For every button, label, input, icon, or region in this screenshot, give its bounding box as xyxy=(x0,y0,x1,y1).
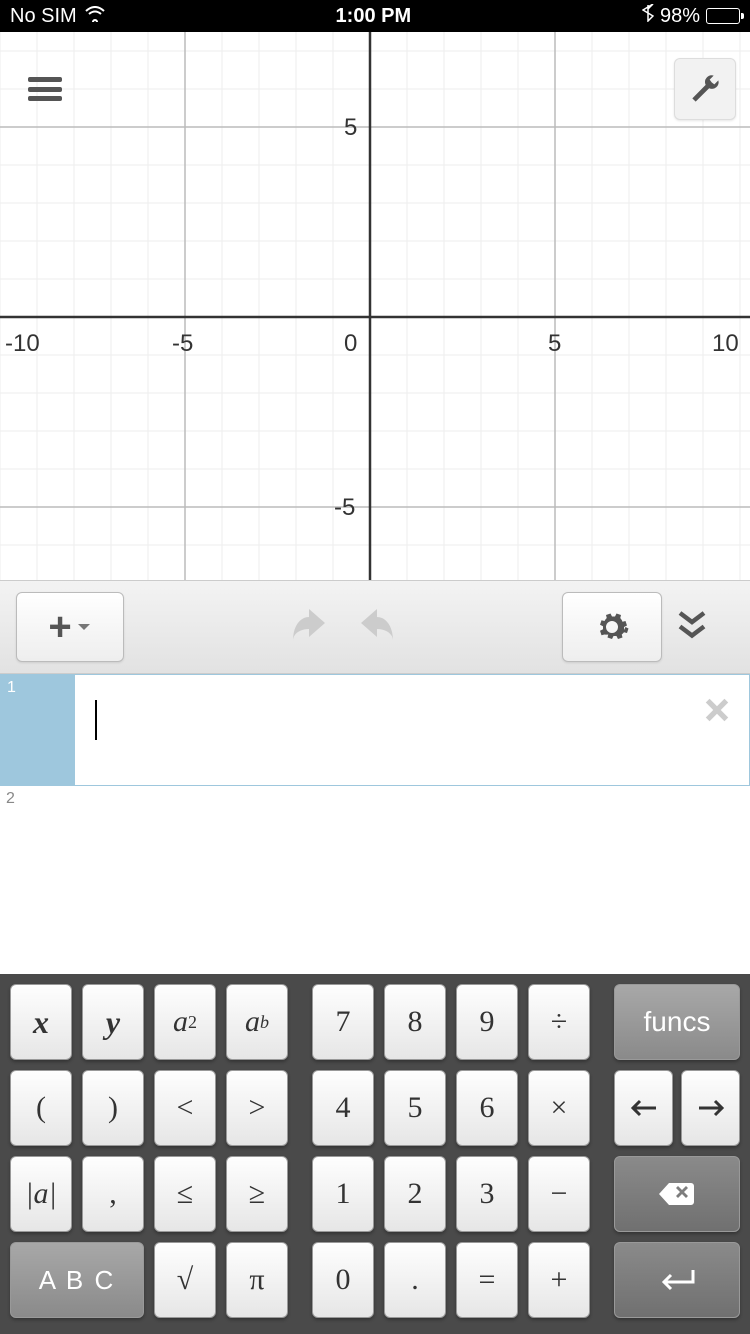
bluetooth-icon xyxy=(642,4,654,28)
plus-icon: + xyxy=(48,605,71,650)
gear-icon xyxy=(594,609,630,645)
list-settings-button[interactable] xyxy=(562,592,662,662)
key-plus[interactable]: + xyxy=(528,1242,590,1318)
key-comma[interactable]: , xyxy=(82,1156,144,1232)
expression-number: 2 xyxy=(0,786,74,846)
key-backspace[interactable] xyxy=(614,1156,740,1232)
expression-row-2[interactable]: 2 xyxy=(0,786,750,846)
key-6[interactable]: 6 xyxy=(456,1070,518,1146)
key-minus[interactable]: − xyxy=(528,1156,590,1232)
expression-number: 1 xyxy=(1,675,75,785)
key-abs[interactable]: |a| xyxy=(10,1156,72,1232)
backspace-icon xyxy=(657,1180,697,1208)
key-a-squared[interactable]: a2 xyxy=(154,984,216,1060)
key-a-power-b[interactable]: ab xyxy=(226,984,288,1060)
battery-icon xyxy=(706,8,740,24)
hamburger-icon xyxy=(28,77,62,101)
x-tick-neg10: -10 xyxy=(5,330,40,358)
key-greater-than[interactable]: > xyxy=(226,1070,288,1146)
clock: 1:00 PM xyxy=(336,5,412,28)
wrench-icon xyxy=(689,73,721,105)
key-multiply[interactable]: × xyxy=(528,1070,590,1146)
key-cursor-right[interactable] xyxy=(681,1070,740,1146)
y-tick-neg5: -5 xyxy=(334,494,355,522)
key-abc[interactable]: A B C xyxy=(10,1242,144,1318)
carrier-label: No SIM xyxy=(10,5,77,28)
dropdown-caret-icon xyxy=(76,621,92,633)
expression-row-1[interactable]: 1 xyxy=(0,674,750,786)
key-9[interactable]: 9 xyxy=(456,984,518,1060)
key-1[interactable]: 1 xyxy=(312,1156,374,1232)
key-2[interactable]: 2 xyxy=(384,1156,446,1232)
expression-toolbar: + xyxy=(0,580,750,674)
x-tick-neg5: -5 xyxy=(172,330,193,358)
key-4[interactable]: 4 xyxy=(312,1070,374,1146)
math-keypad: x y a2 ab ( ) < > |a| , ≤ ≥ A B C √ π 7 … xyxy=(0,974,750,1334)
graph-canvas[interactable]: -10 -5 0 5 10 5 -5 xyxy=(0,32,750,580)
key-divide[interactable]: ÷ xyxy=(528,984,590,1060)
wifi-icon xyxy=(85,5,105,28)
x-tick-10: 10 xyxy=(712,330,739,358)
key-7[interactable]: 7 xyxy=(312,984,374,1060)
key-funcs[interactable]: funcs xyxy=(614,984,740,1060)
key-less-than[interactable]: < xyxy=(154,1070,216,1146)
key-8[interactable]: 8 xyxy=(384,984,446,1060)
key-5[interactable]: 5 xyxy=(384,1070,446,1146)
expression-list: 1 2 xyxy=(0,674,750,974)
battery-percent: 98% xyxy=(660,5,700,28)
key-greater-eq[interactable]: ≥ xyxy=(226,1156,288,1232)
key-equals[interactable]: = xyxy=(456,1242,518,1318)
key-cursor-left[interactable] xyxy=(614,1070,673,1146)
key-pi[interactable]: π xyxy=(226,1242,288,1318)
undo-button[interactable] xyxy=(285,609,333,645)
x-tick-5: 5 xyxy=(548,330,561,358)
menu-button[interactable] xyxy=(14,58,76,120)
close-icon xyxy=(701,694,733,726)
redo-button[interactable] xyxy=(353,609,401,645)
y-tick-5: 5 xyxy=(344,114,357,142)
arrow-left-icon xyxy=(628,1098,660,1118)
key-enter[interactable] xyxy=(614,1242,740,1318)
arrow-right-icon xyxy=(695,1098,727,1118)
key-dot[interactable]: . xyxy=(384,1242,446,1318)
origin-label: 0 xyxy=(344,330,357,358)
expression-input[interactable] xyxy=(74,786,750,846)
settings-wrench-button[interactable] xyxy=(674,58,736,120)
key-3[interactable]: 3 xyxy=(456,1156,518,1232)
clear-expression-button[interactable] xyxy=(701,691,733,736)
double-chevron-down-icon xyxy=(674,610,710,640)
key-rparen[interactable]: ) xyxy=(82,1070,144,1146)
key-x[interactable]: x xyxy=(10,984,72,1060)
enter-icon xyxy=(655,1266,699,1294)
key-lparen[interactable]: ( xyxy=(10,1070,72,1146)
key-sqrt[interactable]: √ xyxy=(154,1242,216,1318)
add-expression-button[interactable]: + xyxy=(16,592,124,662)
expression-input[interactable] xyxy=(75,675,749,785)
key-less-eq[interactable]: ≤ xyxy=(154,1156,216,1232)
key-y[interactable]: y xyxy=(82,984,144,1060)
key-0[interactable]: 0 xyxy=(312,1242,374,1318)
collapse-keyboard-button[interactable] xyxy=(674,610,734,645)
status-bar: No SIM 1:00 PM 98% xyxy=(0,0,750,32)
